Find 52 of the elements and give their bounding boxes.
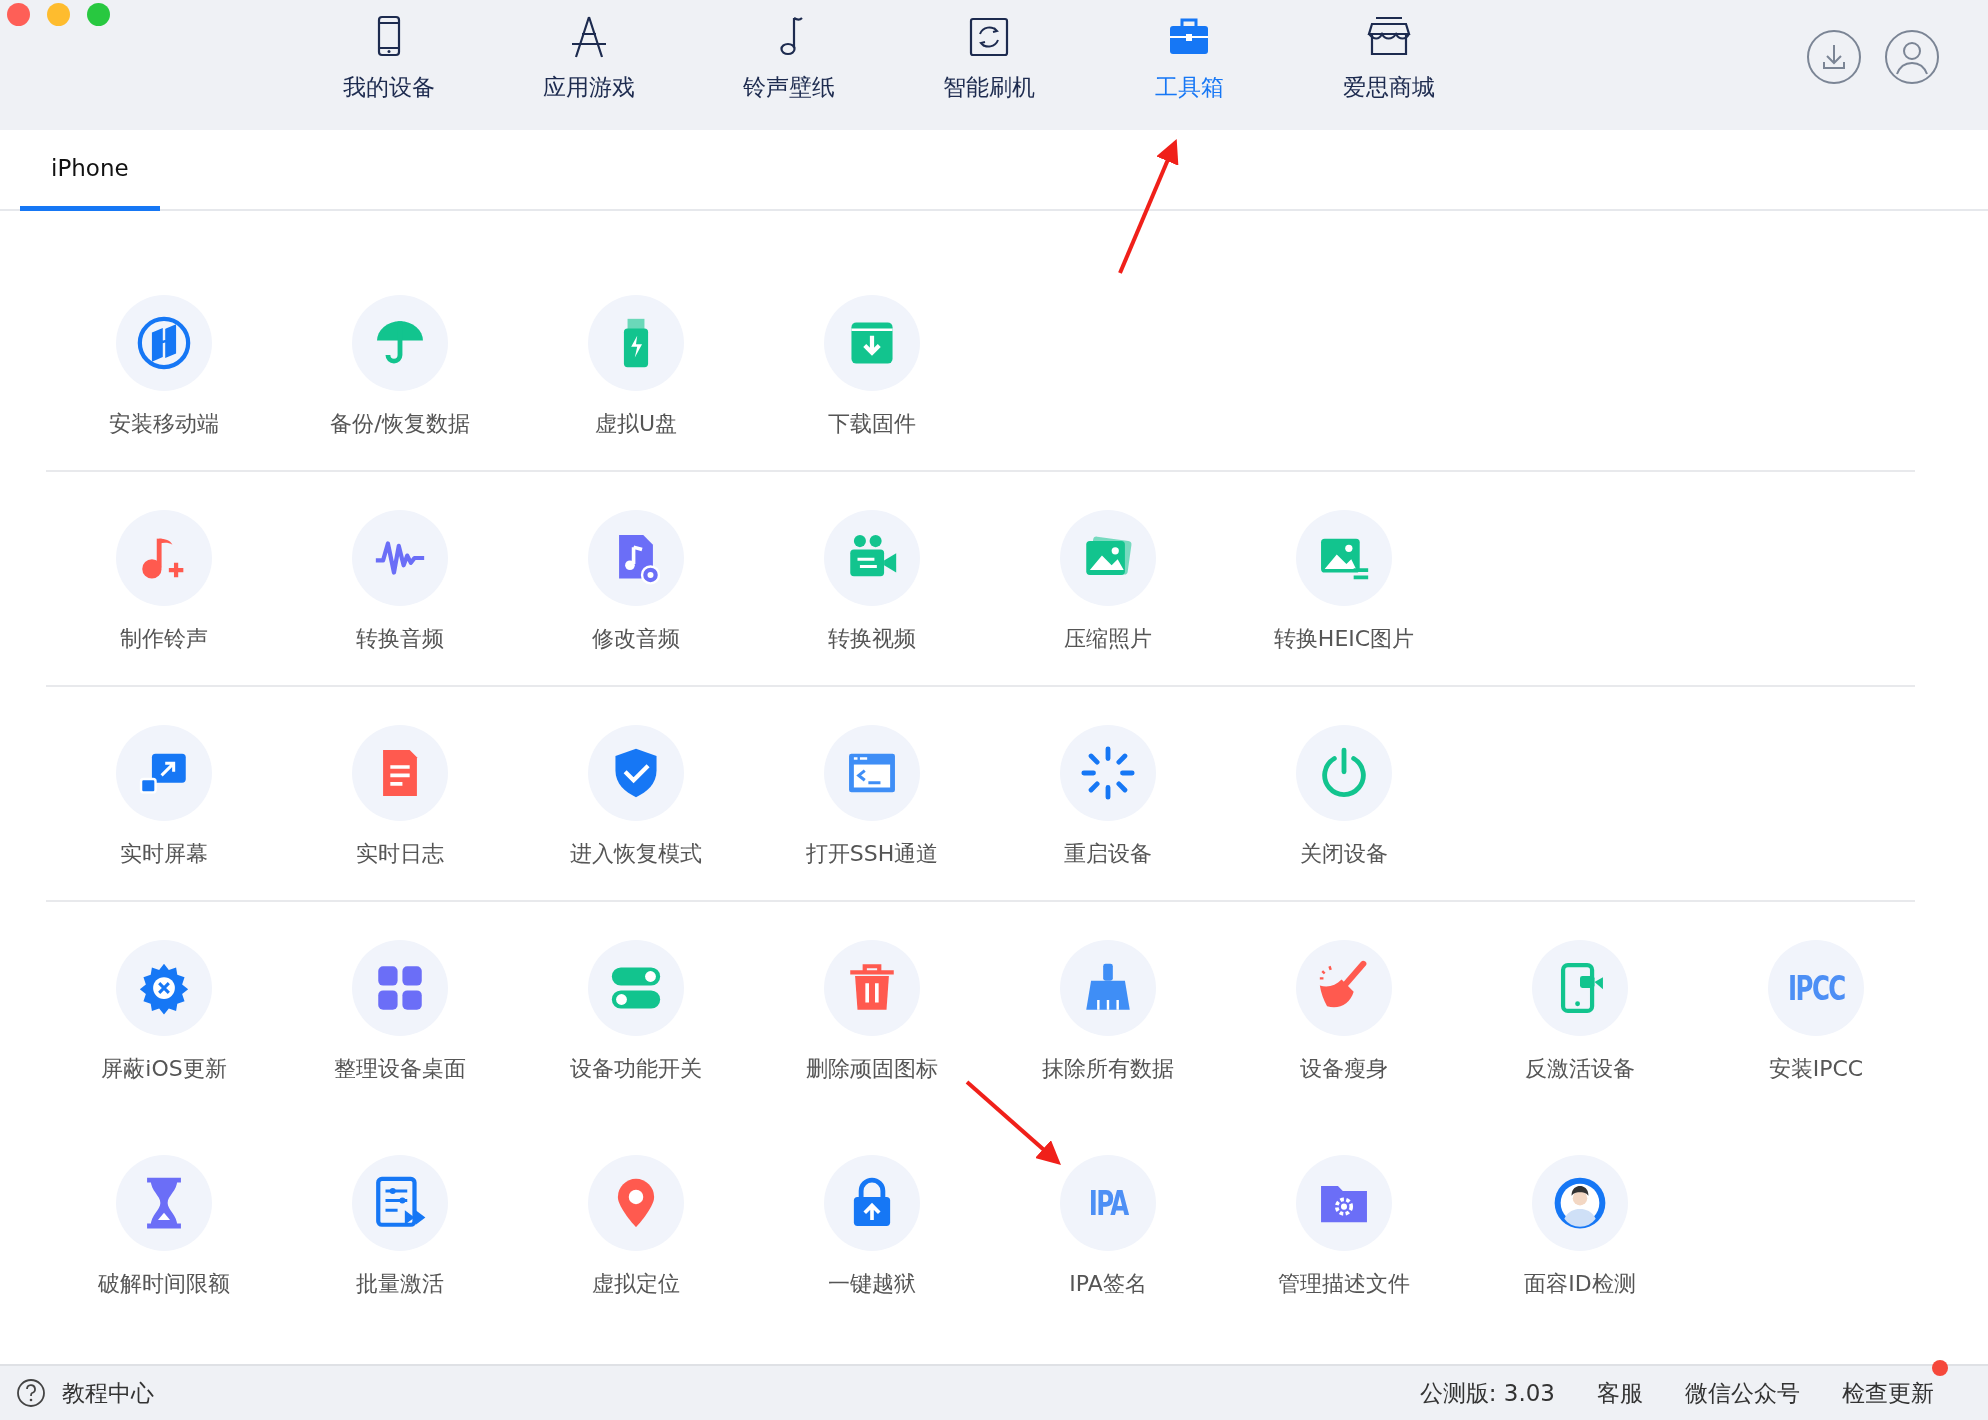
- tool-label: 打开SSH通道: [805, 840, 939, 868]
- tool-label: 压缩照片: [1064, 625, 1152, 653]
- nav-tab[interactable]: 智能刷机: [889, 12, 1089, 105]
- tool-label: 下载固件: [828, 410, 916, 438]
- tool-label: 反激活设备: [1525, 1055, 1635, 1083]
- user-icon[interactable]: [1884, 29, 1940, 85]
- icon-label: IPCC: [1787, 966, 1845, 1010]
- tool-label: 转换HEIC图片: [1273, 625, 1415, 653]
- help-icon: [16, 1378, 46, 1408]
- tool-label: 破解时间限额: [98, 1270, 230, 1298]
- download-icon[interactable]: [1806, 29, 1862, 85]
- tool-label: 安装移动端: [109, 410, 219, 438]
- tool-label: 虚拟定位: [592, 1270, 680, 1298]
- close-window-button[interactable]: [7, 3, 30, 26]
- nav-tab[interactable]: 应用游戏: [489, 12, 689, 105]
- nav-tab[interactable]: 爱思商城: [1289, 12, 1489, 105]
- tool-label: 实时日志: [356, 840, 444, 868]
- nav-tab[interactable]: 工具箱: [1089, 12, 1289, 105]
- tool-label: 安装IPCC: [1768, 1055, 1864, 1083]
- tool-label: 批量激活: [356, 1270, 444, 1298]
- tool-label: 转换视频: [828, 625, 916, 653]
- nav-tab[interactable]: 我的设备: [289, 12, 489, 105]
- icon-label: IPA: [1088, 1181, 1128, 1225]
- tool-label: 设备瘦身: [1300, 1055, 1388, 1083]
- help-link[interactable]: 教程中心: [16, 1375, 154, 1411]
- device-tab[interactable]: iPhone: [20, 130, 160, 211]
- tool-label: 一键越狱: [828, 1270, 916, 1298]
- tool-label: 抹除所有数据: [1042, 1055, 1174, 1083]
- tool-label: 管理描述文件: [1278, 1270, 1410, 1298]
- check-update-link[interactable]: 检查更新: [1842, 1379, 1934, 1406]
- tool-label: 制作铃声: [120, 625, 208, 653]
- tool-label: 关闭设备: [1300, 840, 1388, 868]
- tool-label: 删除顽固图标: [806, 1055, 938, 1083]
- tool-label: 虚拟U盘: [594, 410, 678, 438]
- tool-label: IPA签名: [1069, 1270, 1147, 1298]
- tool-label: 修改音频: [592, 625, 680, 653]
- tool-label: 备份/恢复数据: [330, 410, 470, 438]
- tool-label: 实时屏幕: [120, 840, 208, 868]
- tool-label: 屏蔽iOS更新: [101, 1055, 227, 1083]
- status-link[interactable]: 微信公众号: [1685, 1375, 1800, 1411]
- logo-icon: [135, 314, 193, 372]
- status-link[interactable]: 客服: [1597, 1375, 1643, 1411]
- nav-tab[interactable]: 铃声壁纸: [689, 12, 889, 105]
- tool-label: 面容ID检测: [1524, 1270, 1636, 1298]
- tool-label: 设备功能开关: [570, 1055, 702, 1083]
- zoom-window-button[interactable]: [87, 3, 110, 26]
- spinner-icon: [1079, 744, 1137, 802]
- version-text: 公测版: 3.03: [1419, 1378, 1555, 1408]
- tool-label: 整理设备桌面: [334, 1055, 466, 1083]
- tool-label: 转换音频: [356, 625, 444, 653]
- tool-label: 进入恢复模式: [570, 840, 702, 868]
- tool-label: 重启设备: [1064, 840, 1152, 868]
